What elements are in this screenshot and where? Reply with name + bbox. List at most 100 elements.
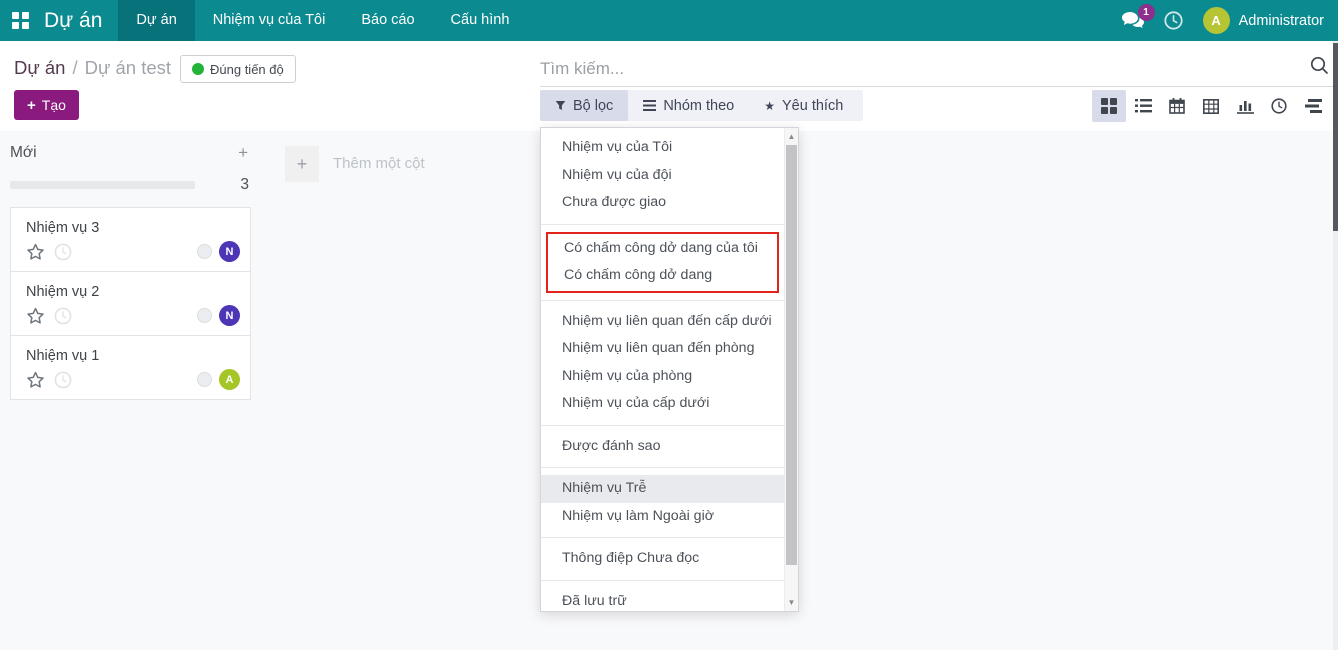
gantt-view-button[interactable] bbox=[1296, 90, 1330, 122]
kanban-card-nhiem-vu-1[interactable]: Nhiệm vụ 1 A bbox=[10, 335, 251, 400]
scroll-down-arrow-icon[interactable]: ▼ bbox=[785, 595, 798, 610]
star-toggle-icon[interactable] bbox=[26, 243, 45, 261]
top-nav-bar: Dự án Dự án Nhiệm vụ của Tôi Báo cáo Cấu… bbox=[0, 0, 1338, 41]
nav-item-nhiem-vu-cua-toi[interactable]: Nhiệm vụ của Tôi bbox=[195, 0, 344, 41]
kanban-card-nhiem-vu-2[interactable]: Nhiệm vụ 2 N bbox=[10, 271, 251, 336]
search-underline bbox=[540, 86, 1338, 87]
group-by-button-label: Nhóm theo bbox=[663, 97, 735, 114]
view-switcher bbox=[1092, 90, 1330, 122]
activities-button[interactable] bbox=[1163, 11, 1183, 30]
filter-item-subordinate-tasks[interactable]: Nhiệm vụ của cấp dưới bbox=[541, 390, 784, 418]
graph-view-button[interactable] bbox=[1228, 90, 1262, 122]
menu-divider bbox=[541, 467, 784, 468]
calendar-view-button[interactable] bbox=[1160, 90, 1194, 122]
apps-grid-icon bbox=[11, 12, 29, 29]
plus-icon: + bbox=[27, 96, 36, 114]
timer-clock-icon[interactable] bbox=[54, 371, 72, 389]
kanban-state-icon[interactable] bbox=[197, 244, 212, 259]
menu-divider bbox=[541, 223, 784, 225]
menu-divider bbox=[541, 579, 784, 581]
filter-item-subordinate-related[interactable]: Nhiệm vụ liên quan đến cấp dưới bbox=[541, 308, 784, 336]
user-name-label: Administrator bbox=[1238, 12, 1324, 29]
project-status-badge[interactable]: Đúng tiến độ bbox=[180, 55, 296, 83]
list-view-button[interactable] bbox=[1126, 90, 1160, 122]
dropdown-scrollbar-thumb[interactable] bbox=[786, 145, 797, 565]
filter-item-department-related[interactable]: Nhiệm vụ liên quan đến phòng bbox=[541, 335, 784, 363]
column-add-record-button[interactable]: + bbox=[235, 143, 251, 163]
star-toggle-icon[interactable] bbox=[26, 371, 45, 389]
create-button[interactable]: + Tạo bbox=[14, 90, 79, 120]
add-column-label[interactable]: Thêm một cột bbox=[333, 155, 425, 172]
filter-item-archived[interactable]: Đã lưu trữ bbox=[541, 588, 784, 612]
pivot-view-button[interactable] bbox=[1194, 90, 1228, 122]
column-title: Mới bbox=[10, 144, 37, 161]
assignee-avatar[interactable]: N bbox=[219, 241, 240, 262]
assignee-avatar[interactable]: N bbox=[219, 305, 240, 326]
search-icon[interactable] bbox=[1310, 56, 1329, 75]
highlighted-filter-group: Có chấm công dở dang của tôi Có chấm côn… bbox=[546, 231, 779, 293]
page-scrollbar[interactable] bbox=[1333, 41, 1338, 650]
card-title: Nhiệm vụ 2 bbox=[26, 284, 100, 300]
messages-button[interactable]: 1 bbox=[1121, 4, 1155, 29]
column-record-count: 3 bbox=[240, 176, 249, 193]
filters-button[interactable]: Bộ lọc bbox=[540, 90, 629, 121]
status-badge-label: Đúng tiến độ bbox=[210, 61, 284, 77]
group-by-icon bbox=[643, 100, 657, 111]
filter-item-overtime-tasks[interactable]: Nhiệm vụ làm Ngoài giờ bbox=[541, 503, 784, 531]
kanban-view-icon bbox=[1101, 98, 1117, 114]
filter-item-starred[interactable]: Được đánh sao bbox=[541, 433, 784, 461]
nav-item-bao-cao[interactable]: Báo cáo bbox=[343, 0, 432, 41]
list-view-icon bbox=[1134, 99, 1152, 113]
kanban-state-icon[interactable] bbox=[197, 372, 212, 387]
filter-item-unread-messages[interactable]: Thông điệp Chưa đọc bbox=[541, 545, 784, 573]
star-toggle-icon[interactable] bbox=[26, 307, 45, 325]
filter-item-my-tasks[interactable]: Nhiệm vụ của Tôi bbox=[541, 134, 784, 162]
create-button-label: Tạo bbox=[41, 97, 66, 113]
dropdown-scrollbar[interactable]: ▲ ▼ bbox=[784, 128, 798, 611]
breadcrumb: Dự án / Dự án test bbox=[14, 57, 171, 79]
filters-dropdown-menu: Nhiệm vụ của Tôi Nhiệm vụ của đội Chưa đ… bbox=[540, 127, 799, 612]
timer-clock-icon[interactable] bbox=[54, 307, 72, 325]
kanban-card-nhiem-vu-3[interactable]: Nhiệm vụ 3 N bbox=[10, 207, 251, 272]
card-title: Nhiệm vụ 1 bbox=[26, 348, 100, 364]
menu-divider bbox=[541, 537, 784, 538]
filter-item-open-timesheet[interactable]: Có chấm công dở dang bbox=[548, 262, 777, 290]
group-by-button[interactable]: Nhóm theo bbox=[628, 90, 749, 121]
kanban-column-header: Mới + 3 bbox=[10, 143, 251, 194]
page-scrollbar-thumb[interactable] bbox=[1333, 43, 1338, 231]
breadcrumb-current: Dự án test bbox=[84, 57, 172, 78]
graph-view-icon bbox=[1236, 100, 1254, 114]
app-brand-title[interactable]: Dự án bbox=[40, 0, 118, 41]
filter-funnel-icon bbox=[555, 101, 566, 110]
activity-clock-icon bbox=[1271, 98, 1287, 114]
timer-clock-icon[interactable] bbox=[54, 243, 72, 261]
activity-view-button[interactable] bbox=[1262, 90, 1296, 122]
user-menu[interactable]: A Administrator bbox=[1202, 7, 1324, 34]
clock-icon bbox=[1163, 11, 1183, 30]
gantt-view-icon bbox=[1304, 99, 1322, 113]
filter-item-late-tasks[interactable]: Nhiệm vụ Trễ bbox=[541, 475, 784, 503]
assignee-avatar[interactable]: A bbox=[219, 369, 240, 390]
scroll-up-arrow-icon[interactable]: ▲ bbox=[785, 129, 798, 144]
filter-item-team-tasks[interactable]: Nhiệm vụ của đội bbox=[541, 162, 784, 190]
favorites-button[interactable]: ★ Yêu thích bbox=[749, 90, 858, 121]
user-avatar: A bbox=[1202, 7, 1230, 34]
card-title: Nhiệm vụ 3 bbox=[26, 220, 100, 236]
column-progress-bar[interactable] bbox=[10, 181, 195, 189]
favorite-star-icon: ★ bbox=[764, 98, 776, 113]
filter-item-department-tasks[interactable]: Nhiệm vụ của phòng bbox=[541, 363, 784, 391]
nav-item-du-an[interactable]: Dự án bbox=[118, 0, 195, 41]
breadcrumb-root-link[interactable]: Dự án bbox=[14, 57, 65, 78]
apps-menu-button[interactable] bbox=[0, 0, 40, 41]
project-kanban-screen: Dự án Dự án Nhiệm vụ của Tôi Báo cáo Cấu… bbox=[0, 0, 1338, 650]
filter-item-my-open-timesheet[interactable]: Có chấm công dở dang của tôi bbox=[548, 235, 777, 263]
filter-toolbar: Bộ lọc Nhóm theo ★ Yêu thích bbox=[540, 90, 863, 121]
kanban-view-button[interactable] bbox=[1092, 90, 1126, 122]
control-panel: Dự án / Dự án test Đúng tiến độ + Tạo Bộ l… bbox=[0, 41, 1338, 131]
kanban-state-icon[interactable] bbox=[197, 308, 212, 323]
add-column-button[interactable]: + bbox=[285, 146, 319, 182]
search-input[interactable] bbox=[540, 51, 1338, 86]
messages-count-badge: 1 bbox=[1137, 4, 1155, 21]
filter-item-unassigned[interactable]: Chưa được giao bbox=[541, 189, 784, 217]
nav-item-cau-hinh[interactable]: Cấu hình bbox=[433, 0, 528, 41]
